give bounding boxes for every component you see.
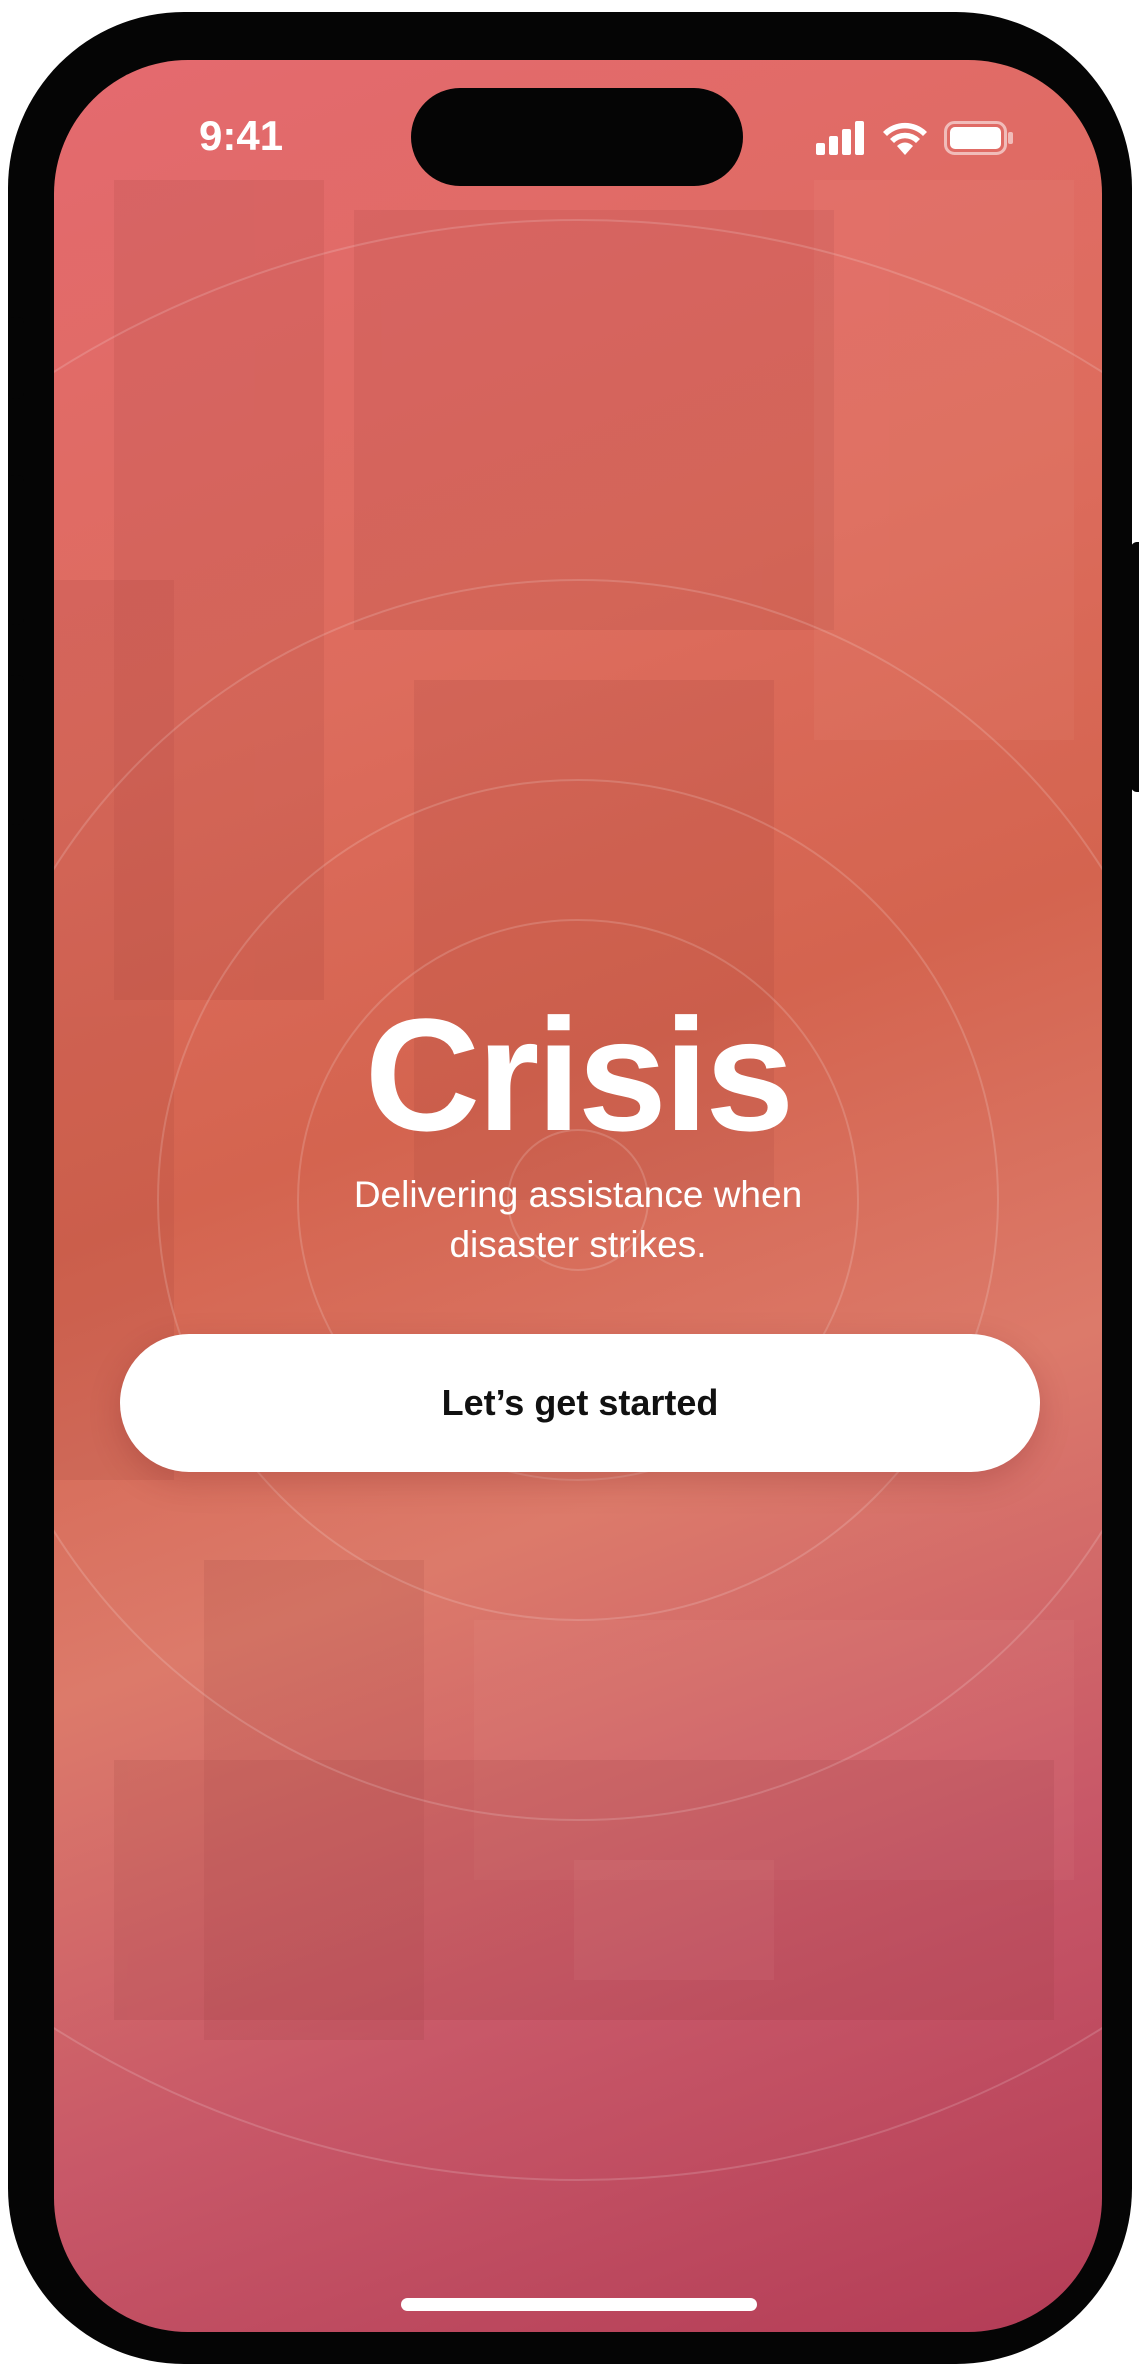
get-started-button[interactable]: Let’s get started <box>120 1334 1040 1472</box>
cellular-signal-icon <box>816 120 866 160</box>
action-button <box>8 317 24 399</box>
volume-up-button <box>8 475 24 625</box>
phone-frame: 9:41 Crisis Delivering assistance when d… <box>8 12 1139 2364</box>
status-bar: 9:41 <box>54 60 1102 210</box>
app-tagline: Delivering assistance when disaster stri… <box>353 1174 803 1265</box>
battery-icon <box>944 120 1014 160</box>
welcome-screen: 9:41 Crisis Delivering assistance when d… <box>54 60 1102 2332</box>
dynamic-island <box>411 88 743 186</box>
status-time: 9:41 <box>199 112 284 159</box>
app-title: Crisis <box>364 985 795 1164</box>
home-indicator[interactable] <box>401 2298 757 2311</box>
status-icons <box>816 120 1014 160</box>
hero: Crisis Delivering assistance when disast… <box>54 990 1102 1270</box>
power-button <box>1131 542 1139 792</box>
wifi-icon <box>882 121 928 160</box>
volume-down-button <box>8 675 24 825</box>
